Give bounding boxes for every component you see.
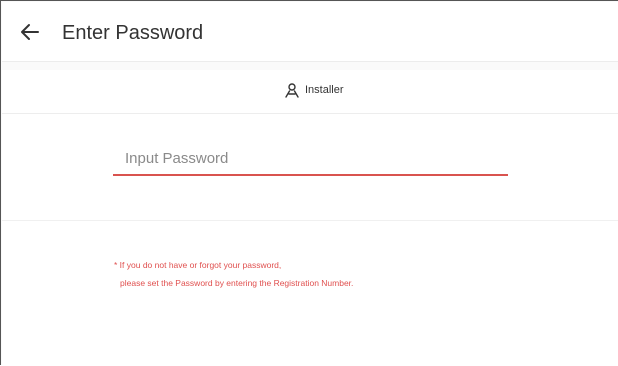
back-button[interactable] bbox=[18, 20, 42, 44]
arrow-left-icon bbox=[21, 24, 39, 40]
notice-section: * If you do not have or forgot your pass… bbox=[2, 221, 618, 366]
role-bar: Installer bbox=[2, 70, 618, 114]
role-indicator: Installer bbox=[284, 82, 344, 98]
password-input[interactable] bbox=[113, 142, 508, 176]
app-window: Enter Password Installer * If you do not… bbox=[0, 0, 618, 366]
forgot-password-notice-line1: * If you do not have or forgot your pass… bbox=[114, 260, 282, 270]
password-section bbox=[2, 114, 618, 221]
page-title: Enter Password bbox=[62, 22, 204, 44]
forgot-password-notice-line2: please set the Password by entering the … bbox=[120, 278, 354, 288]
role-label: Installer bbox=[305, 84, 344, 96]
installer-person-icon bbox=[285, 83, 299, 98]
top-bar: Enter Password bbox=[2, 2, 618, 62]
